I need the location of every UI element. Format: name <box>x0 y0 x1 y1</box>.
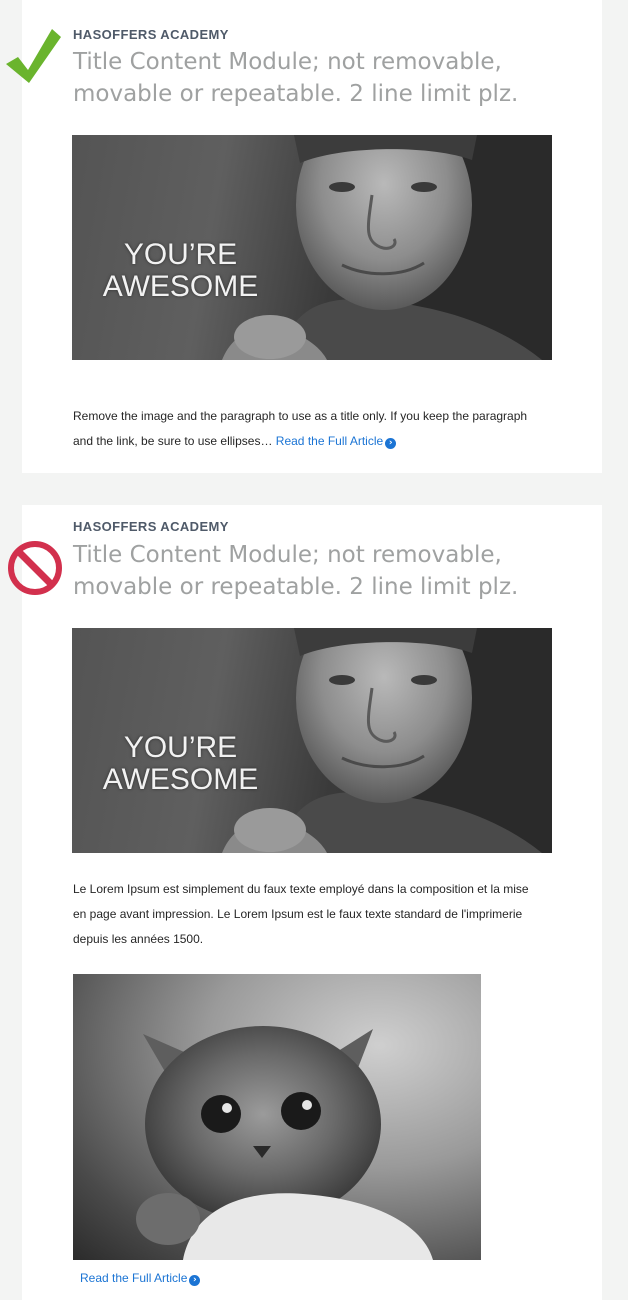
image-caption-line2: AWESOME <box>102 763 259 796</box>
module-title: Title Content Module; not removable, mov… <box>73 542 519 600</box>
module-title: Title Content Module; not removable, mov… <box>73 49 519 107</box>
image-caption-line2: AWESOME <box>102 270 259 303</box>
image-caption-line1: YOU’RE <box>123 731 238 764</box>
kitten-illustration <box>136 1026 433 1260</box>
module-eyebrow: HASOFFERS ACADEMY <box>73 27 229 42</box>
chevron-right-circle-icon: › <box>189 1275 201 1286</box>
chevron-right-circle-icon: › <box>385 438 397 449</box>
image-caption: YOU’RE AWESOME <box>88 732 273 796</box>
no-entry-icon <box>6 539 64 602</box>
module-paragraph: Le Lorem Ipsum est simplement du faux te… <box>73 882 529 946</box>
hero-image: YOU’RE AWESOME <box>72 135 552 360</box>
kitten-image <box>73 974 481 1260</box>
module-eyebrow: HASOFFERS ACADEMY <box>73 519 229 534</box>
read-full-article-link[interactable]: Read the Full Article › <box>275 434 397 449</box>
read-full-article-link[interactable]: Read the Full Article › <box>80 1271 201 1286</box>
image-caption: YOU’RE AWESOME <box>88 239 273 303</box>
checkmark-icon <box>4 27 62 88</box>
image-caption-line1: YOU’RE <box>123 238 238 271</box>
read-full-article-label: Read the Full Article <box>275 434 384 448</box>
read-full-article-label: Read the Full Article <box>80 1271 188 1285</box>
module-paragraph: Remove the image and the paragraph to us… <box>73 404 533 454</box>
hero-image: YOU’RE AWESOME <box>72 628 552 853</box>
email-module-card-rejected: HASOFFERS ACADEMY Title Content Module; … <box>22 505 602 1300</box>
email-module-card-approved: HASOFFERS ACADEMY Title Content Module; … <box>22 0 602 473</box>
